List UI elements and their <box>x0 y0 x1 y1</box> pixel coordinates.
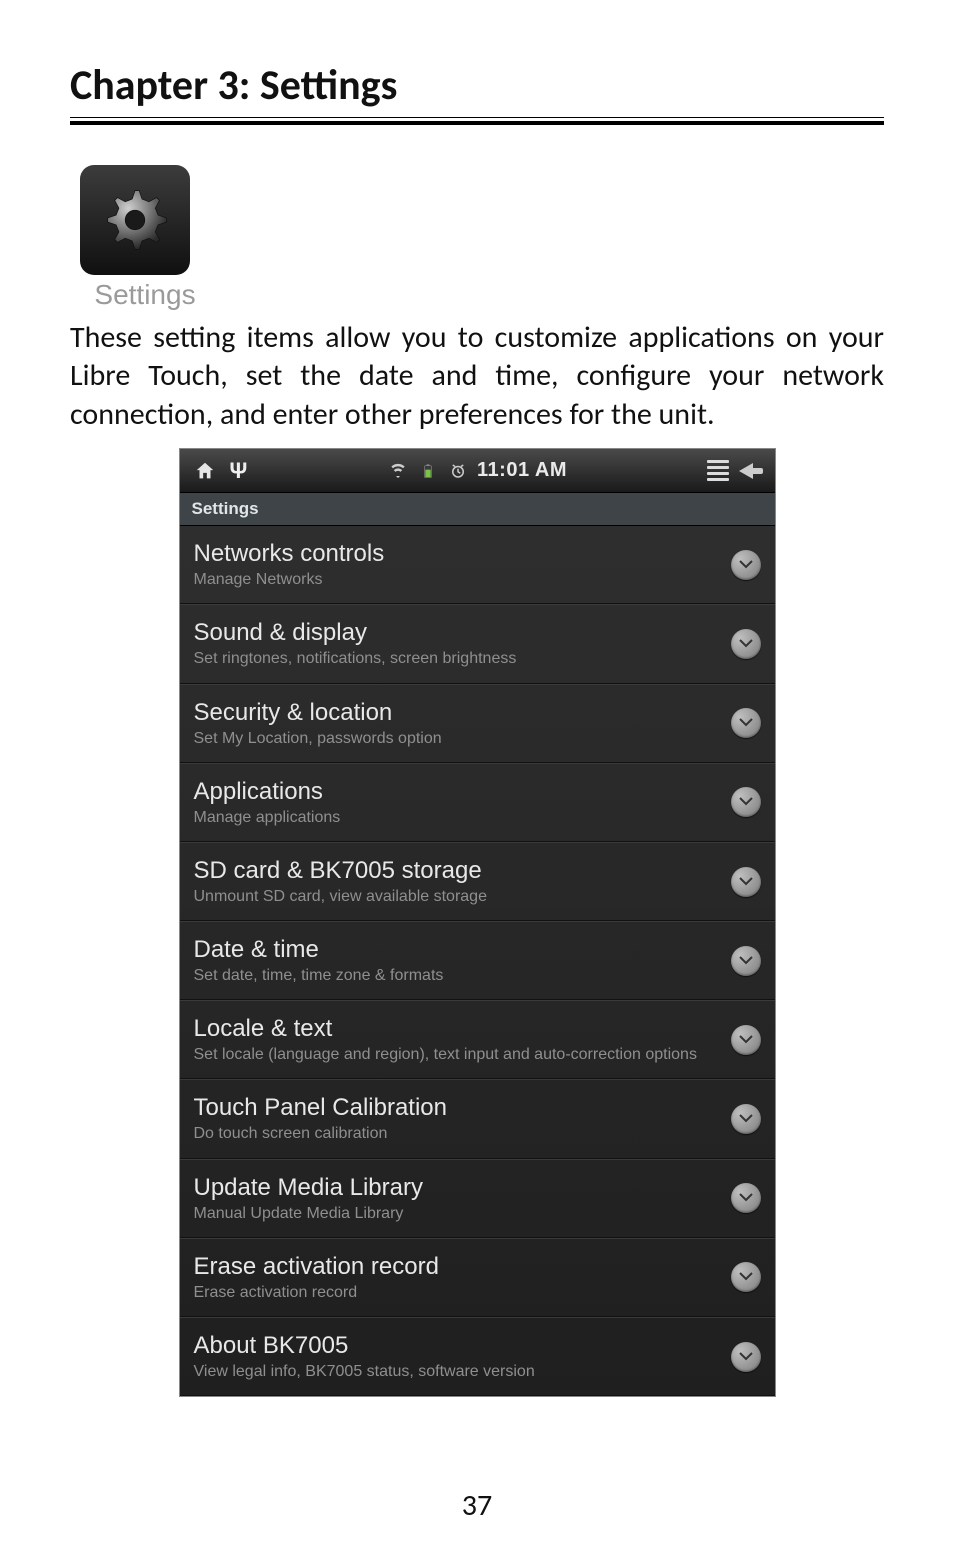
item-subtitle: Set date, time, time zone & formats <box>194 966 721 985</box>
chevron-down-icon <box>731 629 761 659</box>
list-item-erase-activation[interactable]: Erase activation record Erase activation… <box>180 1238 775 1317</box>
divider-thin <box>70 117 884 118</box>
item-title: Networks controls <box>194 540 721 568</box>
item-title: Sound & display <box>194 619 721 647</box>
back-icon[interactable] <box>739 461 765 481</box>
chevron-down-icon <box>731 1025 761 1055</box>
usb-debug-icon: Ψ <box>230 458 248 484</box>
chevron-down-icon <box>731 1183 761 1213</box>
chevron-down-icon <box>731 550 761 580</box>
chevron-down-icon <box>731 946 761 976</box>
item-subtitle: Manage applications <box>194 808 721 827</box>
item-subtitle: Unmount SD card, view available storage <box>194 887 721 906</box>
chevron-down-icon <box>731 708 761 738</box>
chevron-down-icon <box>731 787 761 817</box>
item-subtitle: Set ringtones, notifications, screen bri… <box>194 649 721 668</box>
list-item-security-location[interactable]: Security & location Set My Location, pas… <box>180 684 775 763</box>
item-title: Locale & text <box>194 1015 721 1043</box>
gear-icon <box>100 185 170 255</box>
settings-list: Networks controls Manage Networks Sound … <box>180 526 775 1396</box>
chevron-down-icon <box>731 1104 761 1134</box>
item-subtitle: Erase activation record <box>194 1283 721 1302</box>
item-subtitle: Set locale (language and region), text i… <box>194 1045 721 1064</box>
list-item-sound-display[interactable]: Sound & display Set ringtones, notificat… <box>180 604 775 683</box>
item-title: Erase activation record <box>194 1253 721 1281</box>
status-bar: Ψ 11:01 AM <box>180 449 775 493</box>
item-title: Update Media Library <box>194 1174 721 1202</box>
divider-thick <box>70 121 884 125</box>
settings-app-icon-block: Settings <box>70 165 220 311</box>
item-subtitle: Do touch screen calibration <box>194 1124 721 1143</box>
item-subtitle: View legal info, BK7005 status, software… <box>194 1362 721 1381</box>
list-item-date-time[interactable]: Date & time Set date, time, time zone & … <box>180 921 775 1000</box>
menu-icon[interactable] <box>707 460 729 481</box>
item-title: About BK7005 <box>194 1332 721 1360</box>
item-title: Date & time <box>194 936 721 964</box>
wifi-icon <box>387 460 409 482</box>
list-item-update-media[interactable]: Update Media Library Manual Update Media… <box>180 1159 775 1238</box>
battery-icon <box>417 460 439 482</box>
settings-icon-caption: Settings <box>70 279 220 311</box>
item-title: Touch Panel Calibration <box>194 1094 721 1122</box>
intro-paragraph: These setting items allow you to customi… <box>70 319 884 434</box>
list-item-touch-calibration[interactable]: Touch Panel Calibration Do touch screen … <box>180 1079 775 1158</box>
home-icon[interactable] <box>188 454 222 488</box>
chevron-down-icon <box>731 1342 761 1372</box>
page-number: 37 <box>70 1487 884 1524</box>
item-subtitle: Manual Update Media Library <box>194 1204 721 1223</box>
screen-header: Settings <box>180 493 775 526</box>
item-title: Security & location <box>194 699 721 727</box>
alarm-icon <box>447 460 469 482</box>
chapter-title: Chapter 3: Settings <box>70 60 884 111</box>
item-subtitle: Manage Networks <box>194 570 721 589</box>
android-screenshot: Ψ 11:01 AM Settings <box>179 448 776 1397</box>
item-title: SD card & BK7005 storage <box>194 857 721 885</box>
list-item-applications[interactable]: Applications Manage applications <box>180 763 775 842</box>
item-title: Applications <box>194 778 721 806</box>
chevron-down-icon <box>731 867 761 897</box>
list-item-locale-text[interactable]: Locale & text Set locale (language and r… <box>180 1000 775 1079</box>
list-item-about[interactable]: About BK7005 View legal info, BK7005 sta… <box>180 1317 775 1396</box>
status-clock-time: 11:01 AM <box>477 459 567 482</box>
settings-gear-tile <box>80 165 190 275</box>
list-item-sd-storage[interactable]: SD card & BK7005 storage Unmount SD card… <box>180 842 775 921</box>
item-subtitle: Set My Location, passwords option <box>194 729 721 748</box>
chevron-down-icon <box>731 1262 761 1292</box>
list-item-networks[interactable]: Networks controls Manage Networks <box>180 526 775 604</box>
